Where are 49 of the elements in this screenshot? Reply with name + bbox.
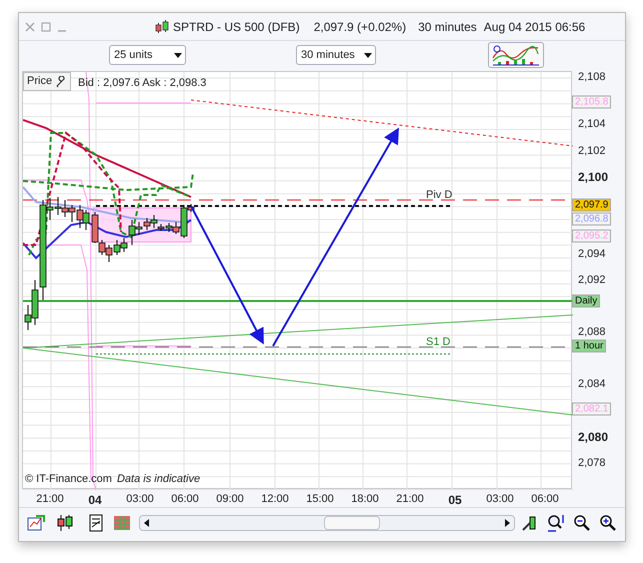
price-axis-label: 2,108 <box>578 70 606 85</box>
time-axis-label: 06:00 <box>171 492 199 507</box>
horizontal-scrollbar[interactable] <box>138 514 515 530</box>
disclaimer-text: Data is indicative <box>116 472 200 486</box>
current-price: 2,097.9 (+0.02%) <box>314 18 406 36</box>
indicator-chart-icon <box>492 44 540 66</box>
price-tag: 2,105.8 <box>572 96 612 108</box>
time-axis-label: 15:00 <box>306 492 334 507</box>
time-axis-label: 03:00 <box>126 492 154 507</box>
price-button[interactable]: Price <box>23 72 72 91</box>
price-tag: 2,095.2 <box>572 230 612 242</box>
time-axis-label: 03:00 <box>486 492 514 507</box>
bid-ask-quote: Bid : 2,097.6 Ask : 2,098.3 <box>78 76 206 91</box>
price-axis-label: 2,084 <box>578 376 606 392</box>
price-axis-label: 2,104 <box>578 116 606 132</box>
price-axis-label: 2,100 <box>578 169 608 186</box>
price-tag: 1 hour <box>572 340 606 352</box>
time-axis-label: 21:00 <box>36 492 64 507</box>
candlestick-icon <box>155 18 169 34</box>
price-tag: 2,082.1 <box>572 402 612 416</box>
price-axis-label: 2,080 <box>578 429 608 446</box>
level-label: Piv D <box>426 189 452 201</box>
window-title: SPTRD - US 500 (DFB) <box>173 18 300 36</box>
price-axis-label: 2,092 <box>578 272 606 288</box>
caret-icon <box>174 52 182 58</box>
indicators-button[interactable] <box>488 42 544 68</box>
time-axis-label: 21:00 <box>396 492 424 507</box>
level-label: S1 D <box>426 336 450 348</box>
price-axis-label: 2,088 <box>578 324 606 340</box>
interval-dropdown[interactable]: 30 minutes <box>296 45 376 65</box>
copyright-text: © IT-Finance.com <box>25 472 112 486</box>
time-axis-label: 09:00 <box>216 492 244 507</box>
time-axis-label: 06:00 <box>531 492 559 507</box>
price-axis-label: 2,094 <box>578 246 606 262</box>
scroll-thumb[interactable] <box>324 516 380 530</box>
time-axis-label: 04 <box>88 492 102 509</box>
time-axis-label: 12:00 <box>261 492 289 507</box>
caret-icon <box>364 52 372 58</box>
wrench-icon <box>55 76 68 88</box>
time-axis-label: 05 <box>448 492 462 509</box>
time-axis-label: 18:00 <box>351 492 379 507</box>
price-axis-label: 2,078 <box>578 456 606 471</box>
date-time: Aug 04 2015 06:56 <box>484 18 586 36</box>
price-tag: 2,096.8 <box>572 212 612 226</box>
units-dropdown[interactable]: 25 units <box>109 45 186 65</box>
price-tag: Daily <box>572 294 600 308</box>
interval-text: 30 minutes <box>418 18 477 36</box>
price-tag: 2,097.9 <box>572 198 612 212</box>
price-axis-label: 2,102 <box>578 144 606 159</box>
